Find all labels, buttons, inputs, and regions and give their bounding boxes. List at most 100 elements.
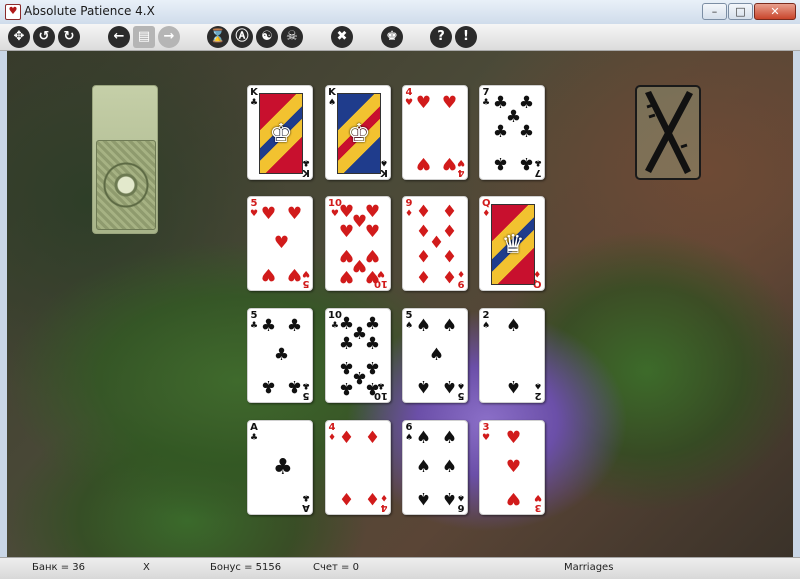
card-rank: 5 (250, 310, 258, 321)
card-pip-icon: ♣ (364, 378, 381, 398)
card-pip-icon: ♦ (364, 488, 381, 508)
card-suit-icon: ♥ (250, 209, 259, 219)
card-pip-icon: ♥ (505, 488, 522, 508)
card-rank: 4 (380, 502, 388, 513)
card[interactable]: 9 ♦ 9 ♦ ♦ ♦ ♦ ♦ ♦ ♦ ♦ ♦ ♦ (402, 196, 468, 291)
timer-button[interactable]: ⌛ (207, 26, 229, 48)
clapper-button[interactable]: ▤ (133, 26, 155, 48)
new-game-button[interactable]: ✥ (8, 26, 30, 48)
card-pip-icon: ♦ (415, 202, 432, 222)
card[interactable]: 10 ♥ 10 ♥ ♥ ♥ ♥ ♥ ♥ ♥ ♥ ♥ ♥ ♥ (325, 196, 391, 291)
card-corner-index: Q ♦ (482, 199, 491, 220)
card-corner-index: 4 ♥ (405, 88, 414, 109)
card-suit-icon: ♦ (405, 209, 414, 219)
card-rank: K (302, 167, 310, 178)
clapperboard-icon: ▤ (137, 29, 151, 44)
card-suit-icon: ♠ (405, 433, 414, 443)
card-corner-index: 6 ♠ (456, 492, 465, 513)
card-rank: 5 (405, 310, 413, 321)
card[interactable]: 7 ♣ 7 ♣ ♣ ♣ ♣ ♣ ♣ ♣ ♣ (479, 85, 545, 180)
card-corner-index: 5 ♠ (405, 310, 413, 332)
card[interactable]: 6 ♠ 6 ♠ ♠ ♠ ♠ ♠ ♠ ♠ (402, 420, 468, 515)
card-pip-icon: ♥ (260, 204, 277, 224)
card-rank: 9 (457, 278, 465, 289)
card[interactable]: 4 ♦ 4 ♦ ♦ ♦ ♦ ♦ (325, 420, 391, 515)
card-rank: 3 (482, 422, 490, 433)
card-rank: 5 (302, 278, 310, 289)
card-rank: 9 (405, 198, 413, 209)
discard-pile[interactable] (635, 85, 701, 180)
minimize-button[interactable]: – (702, 3, 727, 20)
play-area[interactable]: K ♣ K ♣ ♚ K ♠ K ♠ ♚ 4 ♥ 4 ♥ ♥ ♥ ♥ ♥ 7 ♣ 7 ♣ ♣ ♣ ♣ ♣ ♣ ♣ ♣ 5 ♥ 5 ♥ ♥ ♥ ♥ ♥ ♥ 10… (7, 51, 793, 557)
card-corner-index: K ♠ (380, 157, 388, 178)
x-mark-icon (645, 91, 693, 174)
tools-button[interactable]: ✖ (331, 26, 353, 48)
card-pip-icon: ♣ (492, 153, 509, 173)
exclamation-icon: ! (463, 29, 469, 44)
skull-button[interactable]: ☠ (281, 26, 303, 48)
card-pip-icon: ♣ (338, 378, 355, 398)
card-pip-icon: ♥ (505, 428, 522, 448)
card[interactable]: K ♠ K ♠ ♚ (325, 85, 391, 180)
yin-yang-icon: ☯ (261, 29, 273, 44)
face-card-figure: ♚ (337, 93, 381, 174)
info-button[interactable]: ! (455, 26, 477, 48)
card-suit-icon: ♣ (301, 157, 310, 167)
trophy-button[interactable]: ♚ (381, 26, 403, 48)
forward-button[interactable]: → (158, 26, 180, 48)
card-pip-icon: ♥ (441, 93, 458, 113)
card-rank: K (328, 87, 336, 98)
hourglass-icon: ⌛ (209, 29, 227, 44)
card-suit-icon: ♣ (301, 492, 310, 502)
card-corner-index: 4 ♦ (328, 423, 337, 444)
status-bar: Банк = 36 X Бонус = 5156 Счет = 0 Marria… (0, 557, 800, 579)
card-suit-icon: ♥ (456, 157, 465, 167)
card-pip-icon: ♠ (415, 428, 432, 448)
window-controls: – □ ✕ (702, 3, 796, 20)
card-corner-index: 7 ♣ (482, 88, 490, 109)
tools-icon: ✖ (336, 29, 348, 44)
card[interactable]: 5 ♠ 5 ♠ ♠ ♠ ♠ ♠ ♠ (402, 308, 468, 403)
card-pip-icon: ♦ (441, 245, 458, 265)
card-rank: 5 (250, 198, 258, 209)
title-bar[interactable]: ♥ Absolute Patience 4.X – □ ✕ (0, 0, 800, 25)
king-figure-icon: ♚ (347, 118, 371, 149)
card[interactable]: 5 ♣ 5 ♣ ♣ ♣ ♣ ♣ ♣ (247, 308, 313, 403)
cards-icon[interactable]: ♥ (5, 4, 21, 20)
game-name-status: Marriages (564, 562, 614, 573)
card-pip-icon: ♠ (441, 316, 458, 336)
undo-button[interactable]: ↺ (33, 26, 55, 48)
card-corner-index: 5 ♥ (302, 268, 310, 289)
maximize-button[interactable]: □ (728, 3, 753, 20)
redo-arrow-icon: ↻ (63, 29, 75, 44)
card-corner-index: 6 ♠ (405, 423, 414, 444)
auto-button[interactable]: Ⓐ (231, 26, 253, 48)
card-suit-icon: ♥ (405, 98, 414, 108)
yin-yang-button[interactable]: ☯ (256, 26, 278, 48)
card[interactable]: 2 ♠ 2 ♠ ♠ ♠ (479, 308, 545, 403)
help-button[interactable]: ? (430, 26, 452, 48)
stock-pile[interactable] (92, 85, 158, 234)
card-pip-icon: ♠ (441, 457, 458, 477)
card-pip-icon: ♣ (273, 345, 290, 365)
card[interactable]: 3 ♥ 3 ♥ ♥ ♥ ♥ (479, 420, 545, 515)
card[interactable]: 4 ♥ 4 ♥ ♥ ♥ ♥ ♥ (402, 85, 468, 180)
card-corner-index: 5 ♣ (250, 310, 258, 332)
card[interactable]: 5 ♥ 5 ♥ ♥ ♥ ♥ ♥ ♥ (247, 196, 313, 291)
card[interactable]: 10 ♣ 10 ♣ ♣ ♣ ♣ ♣ ♣ ♣ ♣ ♣ ♣ ♣ (325, 308, 391, 403)
card-suit-icon: ♠ (482, 321, 491, 331)
back-button[interactable]: ← (108, 26, 130, 48)
card[interactable]: Q ♦ Q ♦ ♛ (479, 196, 545, 291)
card-rank: K (380, 167, 388, 178)
card-suit-icon: ♠ (456, 492, 465, 502)
card[interactable]: K ♣ K ♣ ♚ (247, 85, 313, 180)
card-pip-icon: ♣ (518, 153, 535, 173)
card-suit-icon: ♦ (328, 433, 337, 443)
card-corner-index: 2 ♠ (482, 311, 491, 332)
card[interactable]: A ♣ A ♣ ♣ (247, 420, 313, 515)
card-pip-icon: ♥ (286, 204, 303, 224)
close-button[interactable]: ✕ (754, 3, 796, 20)
card-suit-icon: ♣ (301, 380, 310, 390)
redo-button[interactable]: ↻ (58, 26, 80, 48)
card-pip-icon: ♠ (415, 488, 432, 508)
